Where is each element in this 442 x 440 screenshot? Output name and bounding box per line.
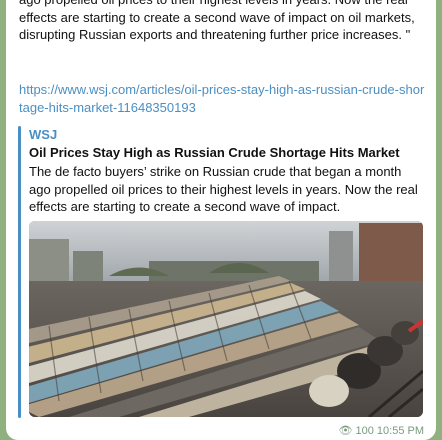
- article-link[interactable]: https://www.wsj.com/articles/oil-prices-…: [19, 81, 425, 116]
- message-meta: 👁 100 10:55 PM: [338, 424, 424, 437]
- preview-image[interactable]: [29, 221, 423, 417]
- preview-description: The de facto buyers’ strike on Russian c…: [29, 164, 418, 214]
- message-text: ago propelled oil prices to their highes…: [19, 0, 415, 42]
- eye-icon: 👁: [338, 425, 353, 437]
- link-preview[interactable]: WSJ Oil Prices Stay High as Russian Crud…: [18, 126, 424, 418]
- preview-site-name: WSJ: [29, 127, 58, 142]
- preview-accent-bar: [18, 126, 21, 418]
- preview-title: Oil Prices Stay High as Russian Crude Sh…: [29, 145, 400, 160]
- rail-yard-tank-cars-image: [29, 221, 423, 417]
- message-time: 10:55 PM: [376, 425, 424, 437]
- view-count: 100: [355, 425, 374, 437]
